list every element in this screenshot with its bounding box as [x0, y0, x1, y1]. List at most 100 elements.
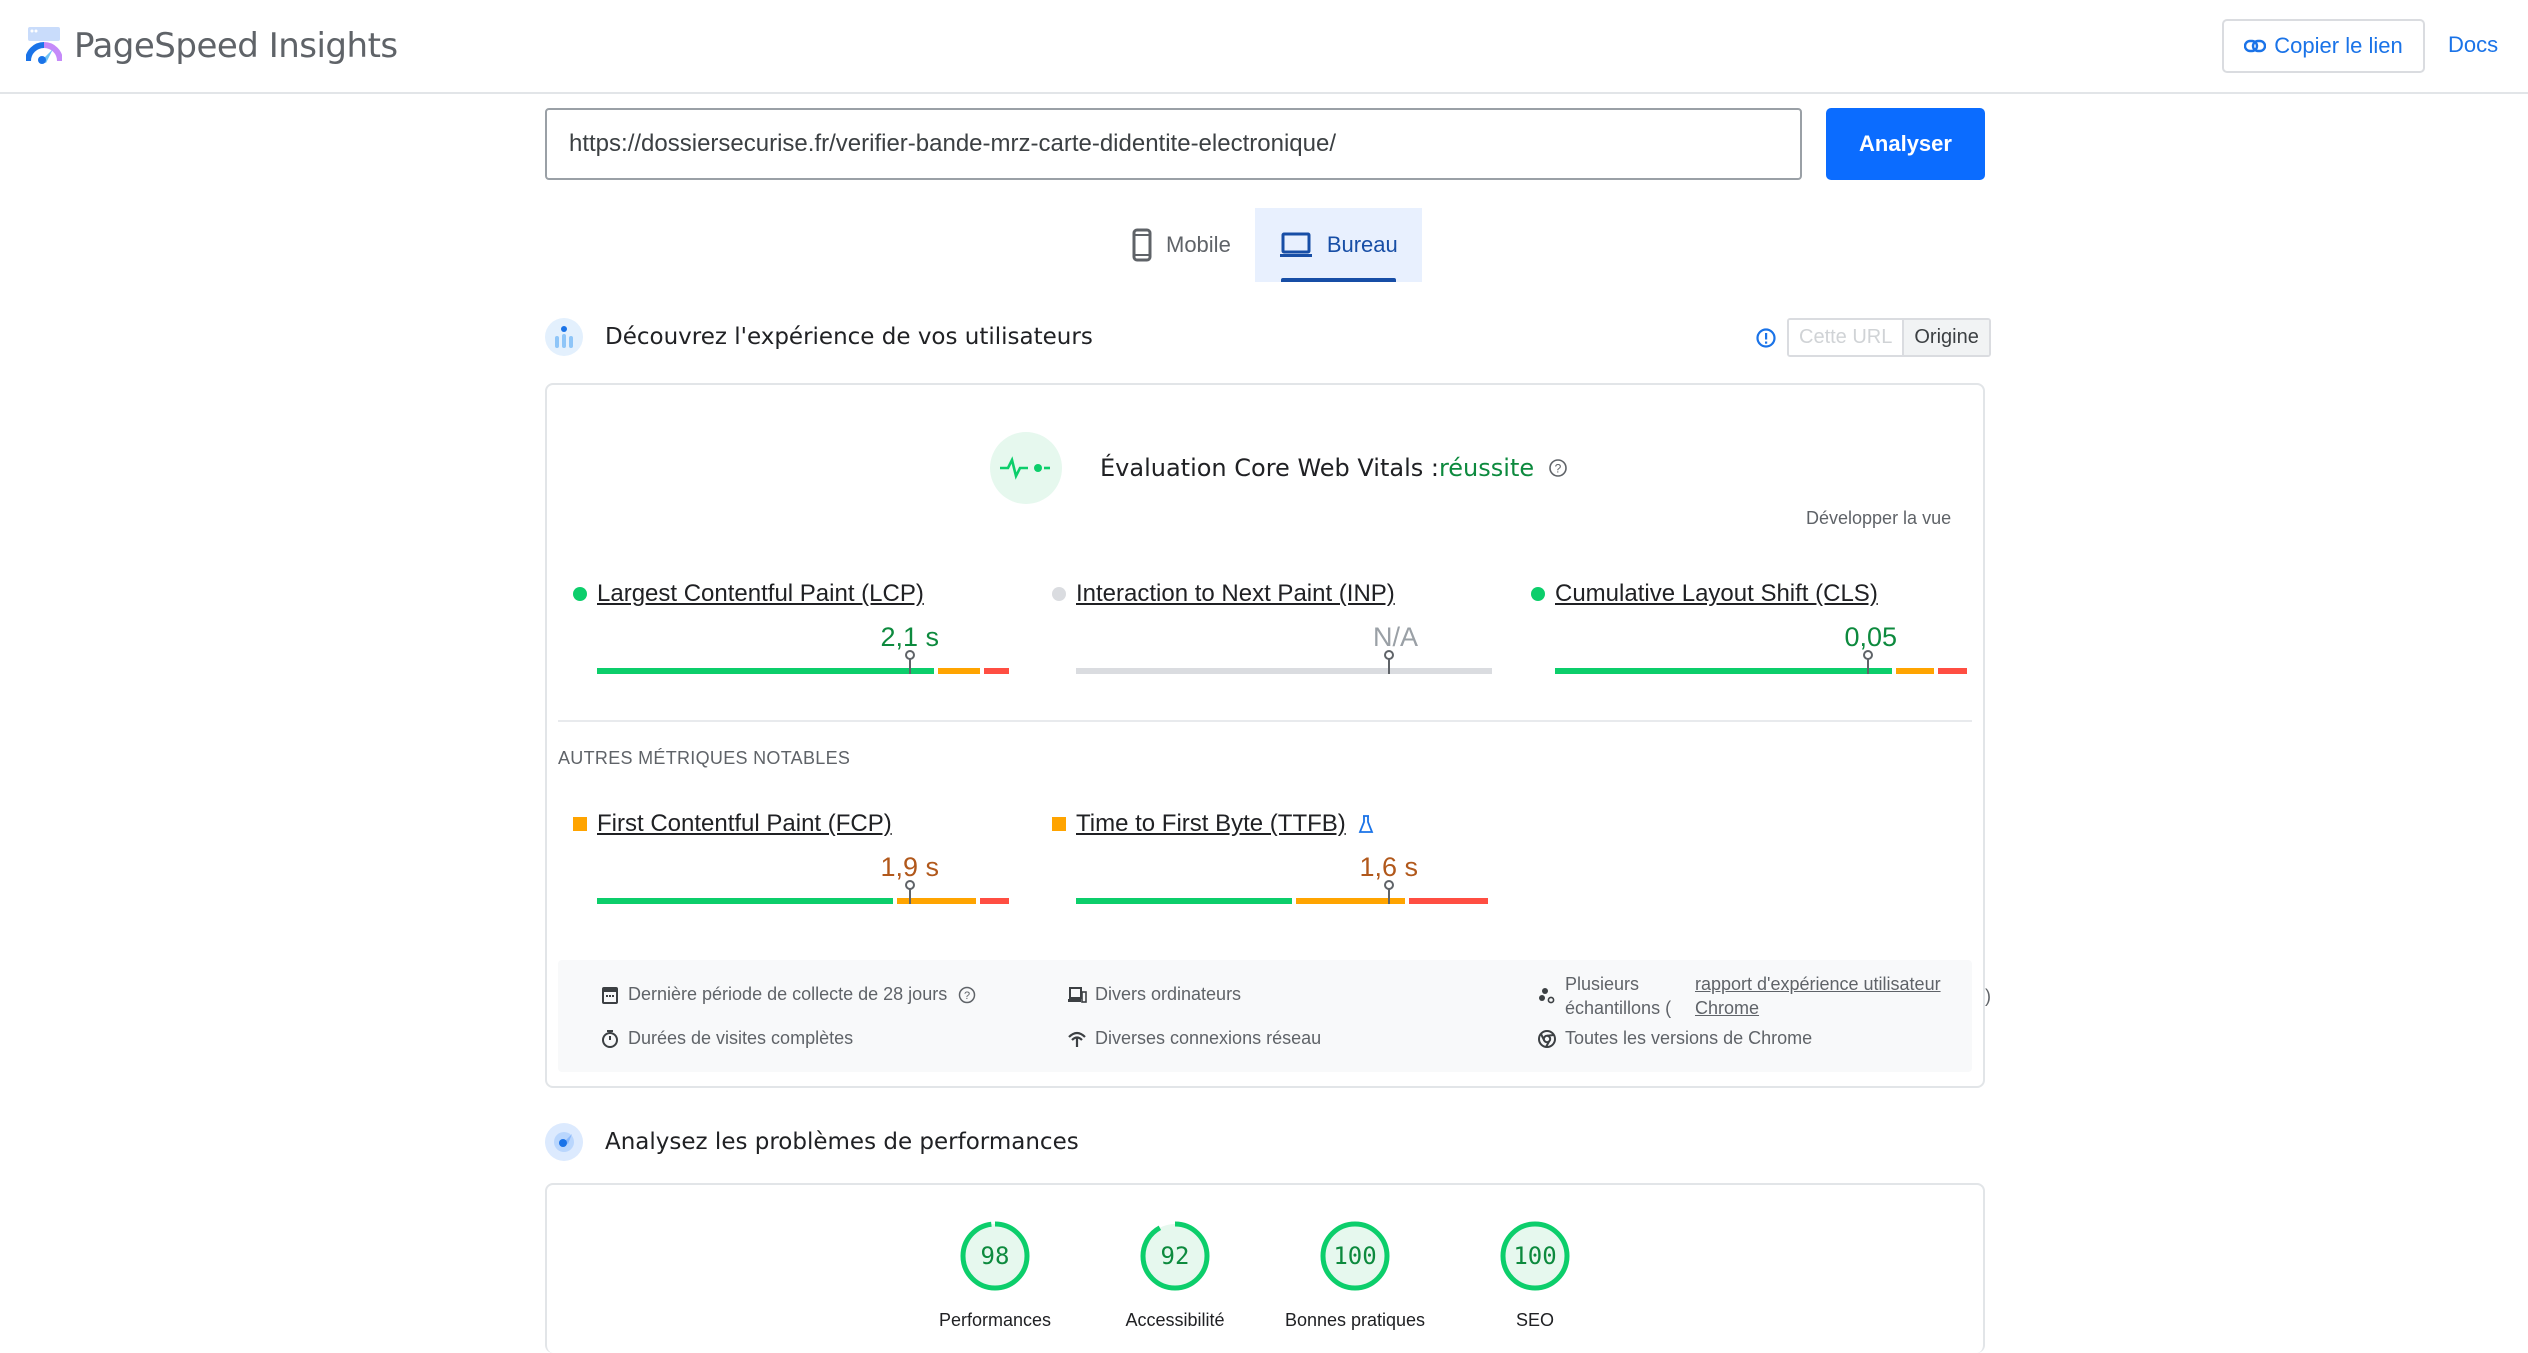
chrome-versions-text: Toutes les versions de Chrome	[1565, 1028, 1813, 1048]
analyze-button[interactable]: Analyser	[1826, 108, 1985, 180]
bar-segment-ni	[938, 668, 980, 674]
score-ring: 92	[1140, 1221, 1210, 1291]
score-ring: 98	[960, 1221, 1030, 1291]
metric-inp-link[interactable]: Interaction to Next Paint (INP)	[1076, 580, 1395, 608]
diagnostics-icon	[545, 1123, 583, 1161]
visit-durations-text: Durées de visites complètes	[628, 1028, 854, 1048]
visit-durations: Durées de visites complètes	[600, 1028, 853, 1049]
top-bar: PageSpeed Insights Copier le lien Docs	[0, 0, 2528, 94]
copy-link-button[interactable]: Copier le lien	[2222, 19, 2425, 73]
metric-cls-link[interactable]: Cumulative Layout Shift (CLS)	[1555, 580, 1878, 608]
metric-cls-distribution-bar	[1555, 650, 1971, 674]
score-gauge[interactable]: 100 Bonnes pratiques	[1270, 1218, 1440, 1331]
chrome-icon	[1538, 1029, 1556, 1048]
help-icon[interactable]: ?	[957, 985, 977, 1005]
field-data-header: Découvrez l'expérience de vos utilisateu…	[545, 318, 1093, 356]
svg-text:?: ?	[1555, 462, 1562, 476]
cwv-label-text: Évaluation Core Web Vitals :	[1100, 454, 1439, 482]
toggle-this-url[interactable]: Cette URL	[1789, 320, 1905, 355]
bar-segment-poor	[1408, 898, 1488, 904]
score-gauge[interactable]: 100 SEO	[1450, 1218, 1620, 1331]
score-value: 92	[1161, 1242, 1190, 1270]
vitals-pulse-icon	[990, 432, 1062, 504]
chrome-versions: Toutes les versions de Chrome	[1537, 1028, 1812, 1049]
score-gauge[interactable]: 98 Performances	[910, 1218, 1080, 1331]
phone-icon	[1132, 228, 1152, 262]
stopwatch-icon	[602, 1029, 618, 1048]
score-value: 100	[1513, 1242, 1556, 1270]
tab-desktop-label: Bureau	[1326, 232, 1398, 257]
experimental-flask-icon[interactable]	[1358, 814, 1374, 834]
samples-info: Plusieurs échantillons ( rapport d'expér…	[1537, 972, 1991, 1020]
devices-icon	[1068, 986, 1087, 1003]
device-type: Divers ordinateurs	[1067, 984, 1241, 1005]
url-origin-toggle: Cette URL Origine	[1755, 318, 1991, 357]
bar-segment-good	[1555, 668, 1893, 674]
help-icon[interactable]: ?	[1548, 458, 1568, 478]
metric-fcp-link[interactable]: First Contentful Paint (FCP)	[597, 810, 892, 838]
field-data-title: Découvrez l'expérience de vos utilisateu…	[605, 324, 1093, 350]
bar-segment-poor	[1937, 668, 1967, 674]
metric-ttfb-link[interactable]: Time to First Byte (TTFB)	[1076, 810, 1346, 838]
metric-lcp: Largest Contentful Paint (LCP) 2,1 s	[573, 580, 1009, 674]
network-type-text: Diverses connexions réseau	[1095, 1028, 1322, 1048]
rating-dot	[573, 587, 587, 601]
users-icon	[545, 318, 583, 356]
score-label: Accessibilité	[1125, 1310, 1225, 1330]
copy-link-label: Copier le lien	[2274, 33, 2403, 58]
metric-cls-value: 0,05	[1844, 622, 1897, 652]
bar-segment-poor	[983, 668, 1009, 674]
expand-view-link[interactable]: Développer la vue	[1806, 508, 1951, 529]
rating-square	[1052, 817, 1066, 831]
tab-desktop[interactable]: Bureau	[1254, 208, 1422, 282]
samples-prefix: Plusieurs échantillons (	[1565, 974, 1672, 1018]
toggle-origin[interactable]: Origine	[1904, 320, 1989, 355]
collection-period: Dernière période de collecte de 28 jours…	[600, 984, 985, 1005]
rating-dot	[1052, 587, 1066, 601]
bar-segment-good	[597, 898, 893, 904]
p75-marker	[1384, 650, 1394, 674]
metric-fcp-value: 1,9 s	[880, 852, 939, 882]
lab-data-header: Analysez les problèmes de performances	[545, 1123, 1079, 1161]
score-ring: 100	[1320, 1221, 1390, 1291]
bar-segment-ni	[1896, 668, 1934, 674]
calendar-icon	[602, 986, 618, 1004]
crux-report-link[interactable]: rapport d'expérience utilisateur Chrome	[1695, 972, 1945, 1020]
score-label: Bonnes pratiques	[1284, 1310, 1426, 1330]
score-value: 98	[981, 1242, 1010, 1270]
link-icon	[2244, 39, 2267, 53]
rating-dot	[1531, 587, 1545, 601]
divider	[558, 720, 1972, 722]
laptop-icon	[1279, 232, 1312, 257]
info-icon[interactable]	[1755, 327, 1777, 349]
svg-text:?: ?	[964, 990, 970, 1002]
device-type-text: Divers ordinateurs	[1095, 984, 1242, 1004]
logo[interactable]: PageSpeed Insights	[26, 26, 398, 66]
bar-segment-poor	[979, 898, 1009, 904]
docs-link[interactable]: Docs	[2448, 32, 2498, 58]
bar-segment-good	[597, 668, 935, 674]
cwv-label: Évaluation Core Web Vitals :réussite	[1100, 454, 1534, 482]
collection-period-text: Dernière période de collecte de 28 jours	[628, 984, 948, 1004]
bar-segment-na	[1076, 668, 1492, 674]
samples-suffix: )	[1985, 985, 1991, 1006]
pagespeed-logo-icon	[26, 27, 62, 64]
score-label: Performances	[938, 1310, 1052, 1330]
metric-inp-value: N/A	[1372, 622, 1418, 652]
p75-marker	[905, 650, 915, 674]
device-tabs: Mobile Bureau	[1108, 208, 1422, 282]
score-gauge[interactable]: 92 Accessibilité	[1090, 1218, 1260, 1331]
network-type: Diverses connexions réseau	[1067, 1028, 1321, 1049]
metric-ttfb: Time to First Byte (TTFB) 1,6 s	[1052, 810, 1488, 904]
samples-dots-icon	[1539, 988, 1555, 1004]
metric-lcp-link[interactable]: Largest Contentful Paint (LCP)	[597, 580, 924, 608]
url-input[interactable]	[545, 108, 1802, 180]
p75-marker	[905, 880, 915, 904]
lab-data-title: Analysez les problèmes de performances	[605, 1129, 1079, 1155]
metric-fcp: First Contentful Paint (FCP) 1,9 s	[573, 810, 1009, 904]
p75-marker	[1384, 880, 1394, 904]
lab-data-card	[545, 1183, 1985, 1353]
metric-lcp-distribution-bar	[597, 650, 1013, 674]
metric-inp-distribution-bar	[1076, 650, 1492, 674]
tab-mobile[interactable]: Mobile	[1108, 208, 1255, 282]
